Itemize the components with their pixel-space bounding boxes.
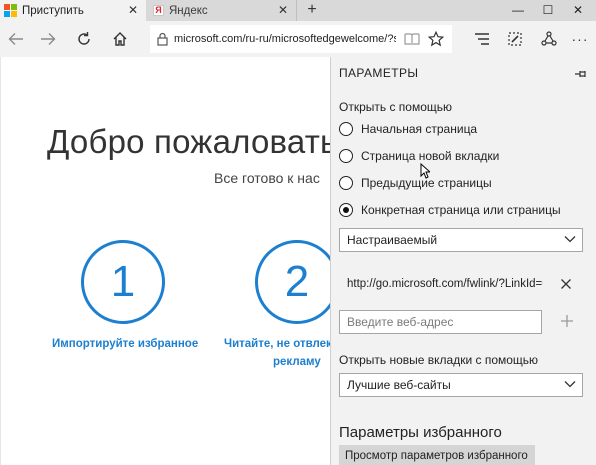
radio-circle-selected (339, 203, 353, 217)
welcome-title: Добро пожаловать в (47, 123, 365, 160)
share-icon (541, 31, 557, 46)
settings-panel: ПАРАМЕТРЫ Открыть с помощью Начальная ст… (330, 57, 596, 465)
web-address-input[interactable] (339, 310, 542, 334)
radio-start-page[interactable]: Начальная страница (339, 122, 477, 136)
radio-label: Страница новой вкладки (361, 149, 500, 163)
hub-icon (475, 33, 489, 45)
radio-circle (339, 176, 353, 190)
radio-previous-pages[interactable]: Предыдущие страницы (339, 176, 492, 190)
tab-label: Приступить (22, 4, 84, 17)
select-value: Настраиваемый (347, 233, 438, 247)
page-content: Добро пожаловать в Все готово к нас 1 Им… (0, 57, 364, 465)
url-text: microsoft.com/ru-ru/microsoftedgewelcome… (174, 33, 396, 45)
refresh-icon (78, 32, 90, 45)
ready-text: Все готово к нас (214, 170, 320, 186)
star-icon[interactable] (427, 30, 445, 52)
close-window-button[interactable]: ✕ (565, 0, 591, 21)
reading-view-icon[interactable] (404, 32, 420, 51)
back-arrow-icon (8, 33, 23, 45)
more-icon: ··· (571, 31, 589, 47)
close-tab-icon[interactable]: ✕ (278, 3, 288, 17)
yandex-favicon-icon: Я (153, 5, 164, 16)
close-icon (561, 279, 571, 289)
tab-bar: Приступить ✕ Я Яндекс ✕ + — ☐ ✕ (0, 0, 596, 21)
windows-logo-icon (4, 4, 17, 17)
reading-view-link[interactable]: Читайте, не отвлек (224, 338, 332, 350)
radio-circle (339, 122, 353, 136)
web-note-icon (508, 32, 522, 46)
home-button[interactable] (108, 27, 132, 51)
tab-welcome[interactable]: Приступить ✕ (0, 0, 146, 21)
step-2-circle: 2 (255, 240, 339, 324)
chevron-down-icon (564, 381, 576, 388)
refresh-button[interactable] (72, 27, 96, 51)
custom-url-entry: http://go.microsoft.com/fwlink/?LinkId=6 (347, 278, 543, 290)
panel-title: ПАРАМЕТРЫ (339, 66, 419, 80)
address-field[interactable]: microsoft.com/ru-ru/microsoftedgewelcome… (150, 25, 452, 53)
maximize-button[interactable]: ☐ (535, 0, 561, 21)
mouse-cursor-icon (420, 163, 430, 179)
share-button[interactable] (537, 27, 561, 51)
new-tabs-select[interactable]: Лучшие веб-сайты (339, 373, 583, 397)
hub-button[interactable] (470, 27, 494, 51)
plus-icon (561, 315, 573, 327)
forward-button[interactable] (36, 27, 60, 51)
web-note-button[interactable] (503, 27, 527, 51)
select-value: Лучшие веб-сайты (347, 378, 451, 392)
radio-circle (339, 149, 353, 163)
reading-view-link-2[interactable]: рекламу (273, 356, 321, 368)
page-type-select[interactable]: Настраиваемый (339, 228, 583, 252)
tab-yandex[interactable]: Я Яндекс ✕ (147, 0, 297, 21)
new-tab-button[interactable]: + (302, 0, 322, 21)
forward-arrow-icon (41, 33, 56, 45)
favorites-settings-heading: Параметры избранного (339, 424, 502, 441)
radio-label: Конкретная страница или страницы (361, 203, 561, 217)
lock-icon (157, 32, 168, 46)
home-icon (113, 32, 127, 46)
step-1-circle: 1 (81, 240, 165, 324)
import-favorites-link[interactable]: Импортируйте избранное (52, 338, 198, 350)
radio-new-tab-page[interactable]: Страница новой вкладки (339, 149, 499, 163)
remove-url-button[interactable] (560, 277, 574, 291)
tab-label: Яндекс (169, 4, 208, 17)
more-button[interactable]: ··· (568, 27, 592, 51)
close-tab-icon[interactable]: ✕ (128, 3, 138, 17)
navigation-bar: microsoft.com/ru-ru/microsoftedgewelcome… (0, 21, 596, 57)
chevron-down-icon (564, 236, 576, 243)
view-favorites-settings-button[interactable]: Просмотр параметров избранного (339, 445, 535, 465)
pin-icon (575, 71, 586, 77)
open-with-label: Открыть с помощью (339, 100, 453, 114)
minimize-button[interactable]: — (505, 0, 531, 21)
add-url-button[interactable] (560, 314, 576, 330)
new-tabs-label: Открыть новые вкладки с помощью (339, 353, 539, 367)
radio-specific-page[interactable]: Конкретная страница или страницы (339, 203, 561, 217)
radio-label: Начальная страница (361, 122, 478, 136)
pin-panel-button[interactable] (574, 66, 588, 84)
back-button[interactable] (4, 27, 28, 51)
